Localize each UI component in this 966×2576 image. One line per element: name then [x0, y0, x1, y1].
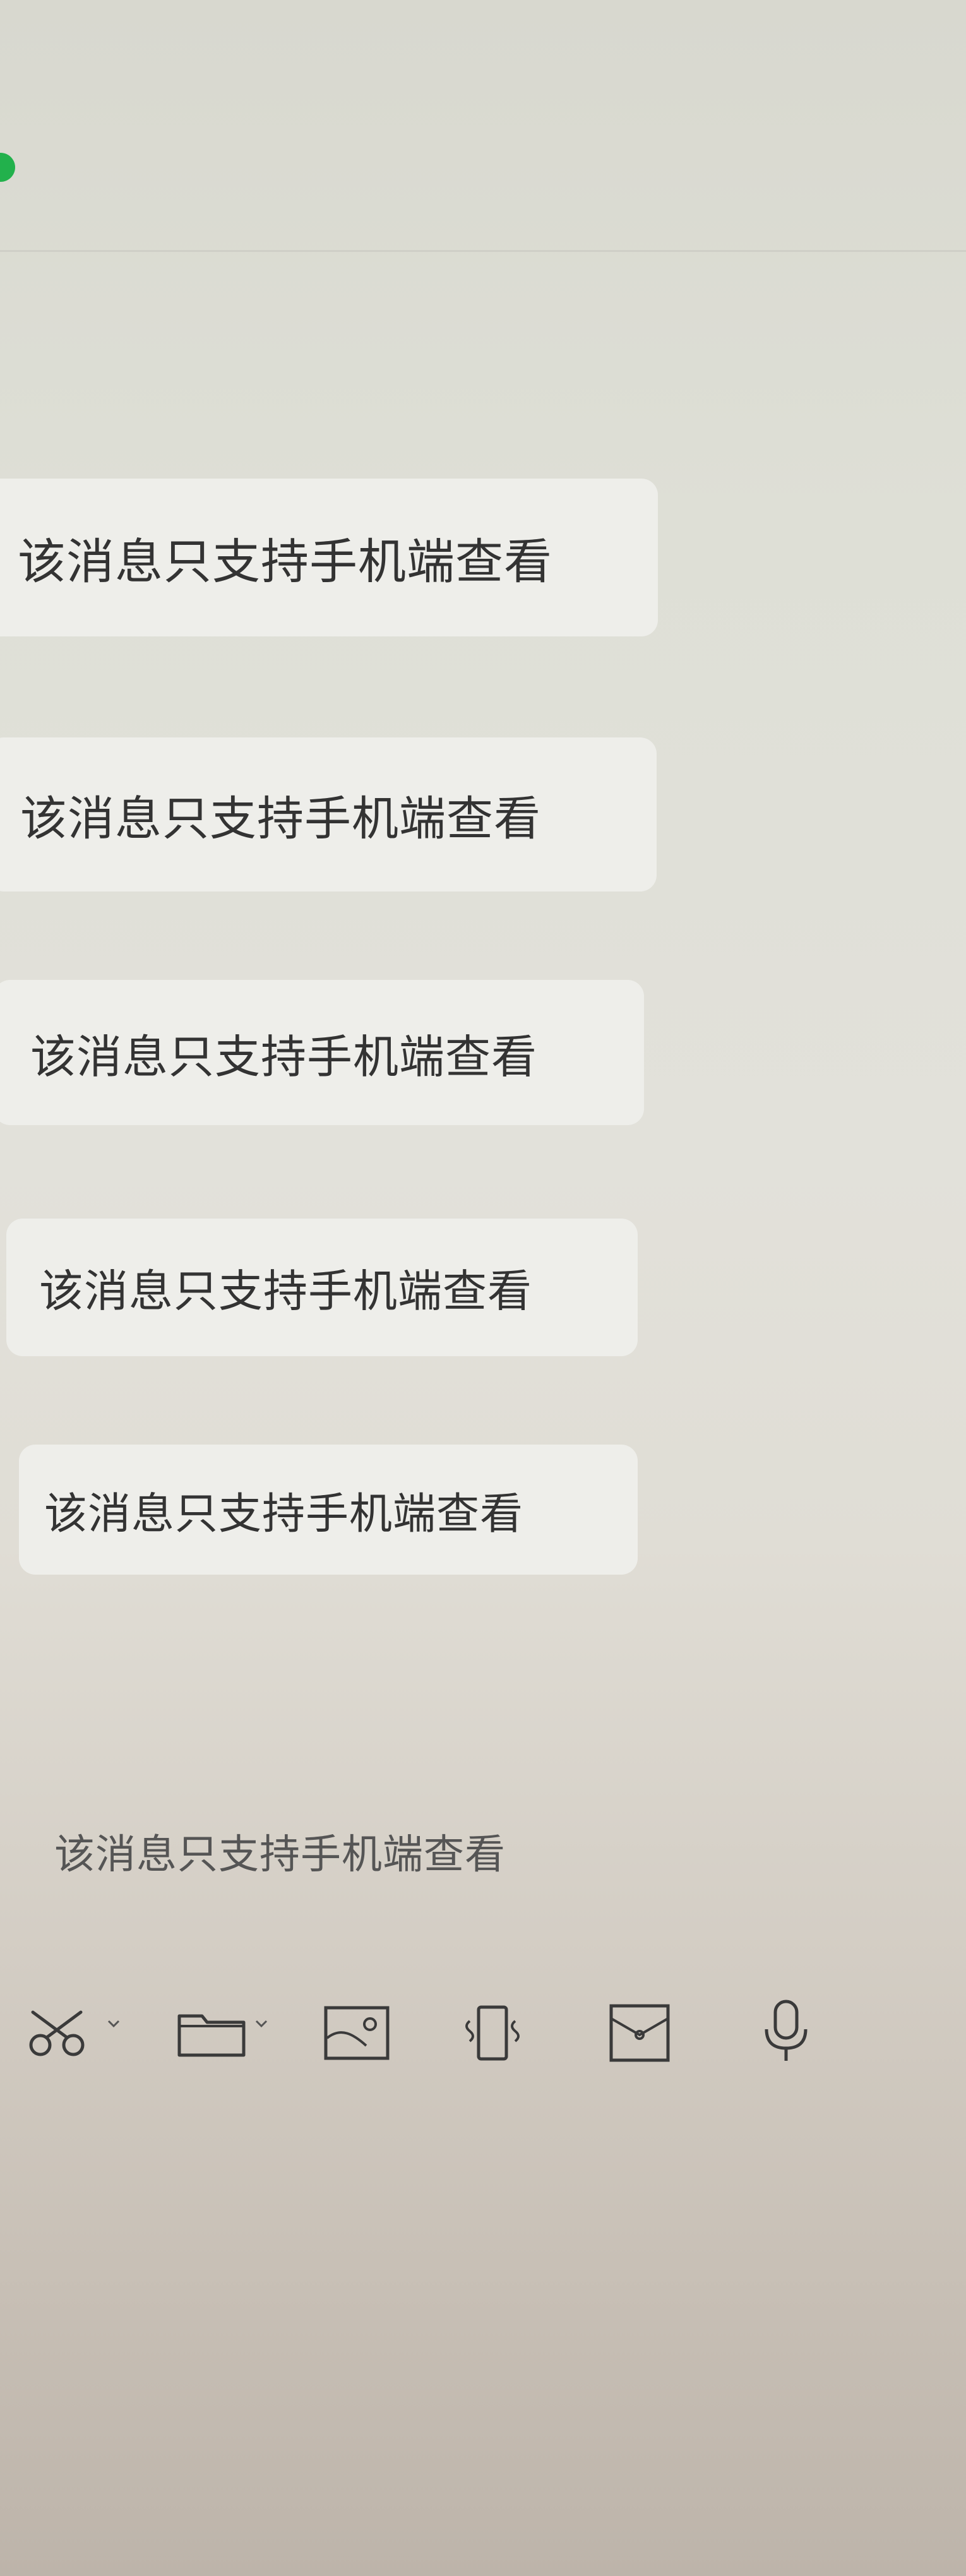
send-image-button[interactable] [322, 1989, 391, 2077]
screenshot-tool-button[interactable] [27, 1989, 121, 2077]
chat-window: 该消息只支持手机端查看 该消息只支持手机端查看 该消息只支持手机端查看 该消息只… [0, 0, 966, 2576]
shake-phone-button[interactable] [455, 1989, 530, 2077]
message-bubble[interactable]: 该消息只支持手机端查看 [0, 980, 644, 1125]
envelope-icon [609, 2004, 670, 2062]
message-bubble[interactable]: 该消息只支持手机端查看 [0, 479, 658, 636]
chevron-down-icon[interactable] [106, 2018, 121, 2029]
send-file-button[interactable] [174, 1989, 269, 2077]
online-status-dot [0, 153, 15, 182]
chat-toolbar [0, 1989, 966, 2102]
message-bubble[interactable]: 该消息只支持手机端查看 [19, 1445, 638, 1575]
scissors-icon [29, 2010, 85, 2056]
message-input-area[interactable] [0, 2115, 966, 2576]
voice-input-button[interactable] [751, 1989, 821, 2077]
message-list[interactable]: 该消息只支持手机端查看 该消息只支持手机端查看 该消息只支持手机端查看 该消息只… [0, 253, 966, 1957]
message-bubble[interactable]: 该消息只支持手机端查看 [6, 1219, 638, 1356]
message-text: 该消息只支持手机端查看 [54, 1832, 506, 1878]
chevron-down-icon[interactable] [254, 2018, 269, 2029]
red-packet-button[interactable] [605, 1989, 674, 2077]
microphone-icon [765, 2000, 808, 2061]
screenshot-icon [324, 2006, 390, 2060]
message-text: 该消息只支持手机端查看 [44, 1489, 524, 1539]
message-bubble[interactable]: 该消息只支持手机端查看 [32, 1788, 638, 1914]
message-text: 该消息只支持手机端查看 [20, 791, 541, 846]
folder-icon [177, 2014, 246, 2057]
message-text: 该消息只支持手机端查看 [30, 1030, 538, 1083]
header-divider [0, 250, 966, 252]
phone-icon [465, 2005, 520, 2061]
message-bubble[interactable]: 该消息只支持手机端查看 [0, 737, 657, 891]
message-text: 该消息只支持手机端查看 [18, 534, 552, 590]
message-text: 该消息只支持手机端查看 [39, 1265, 532, 1317]
